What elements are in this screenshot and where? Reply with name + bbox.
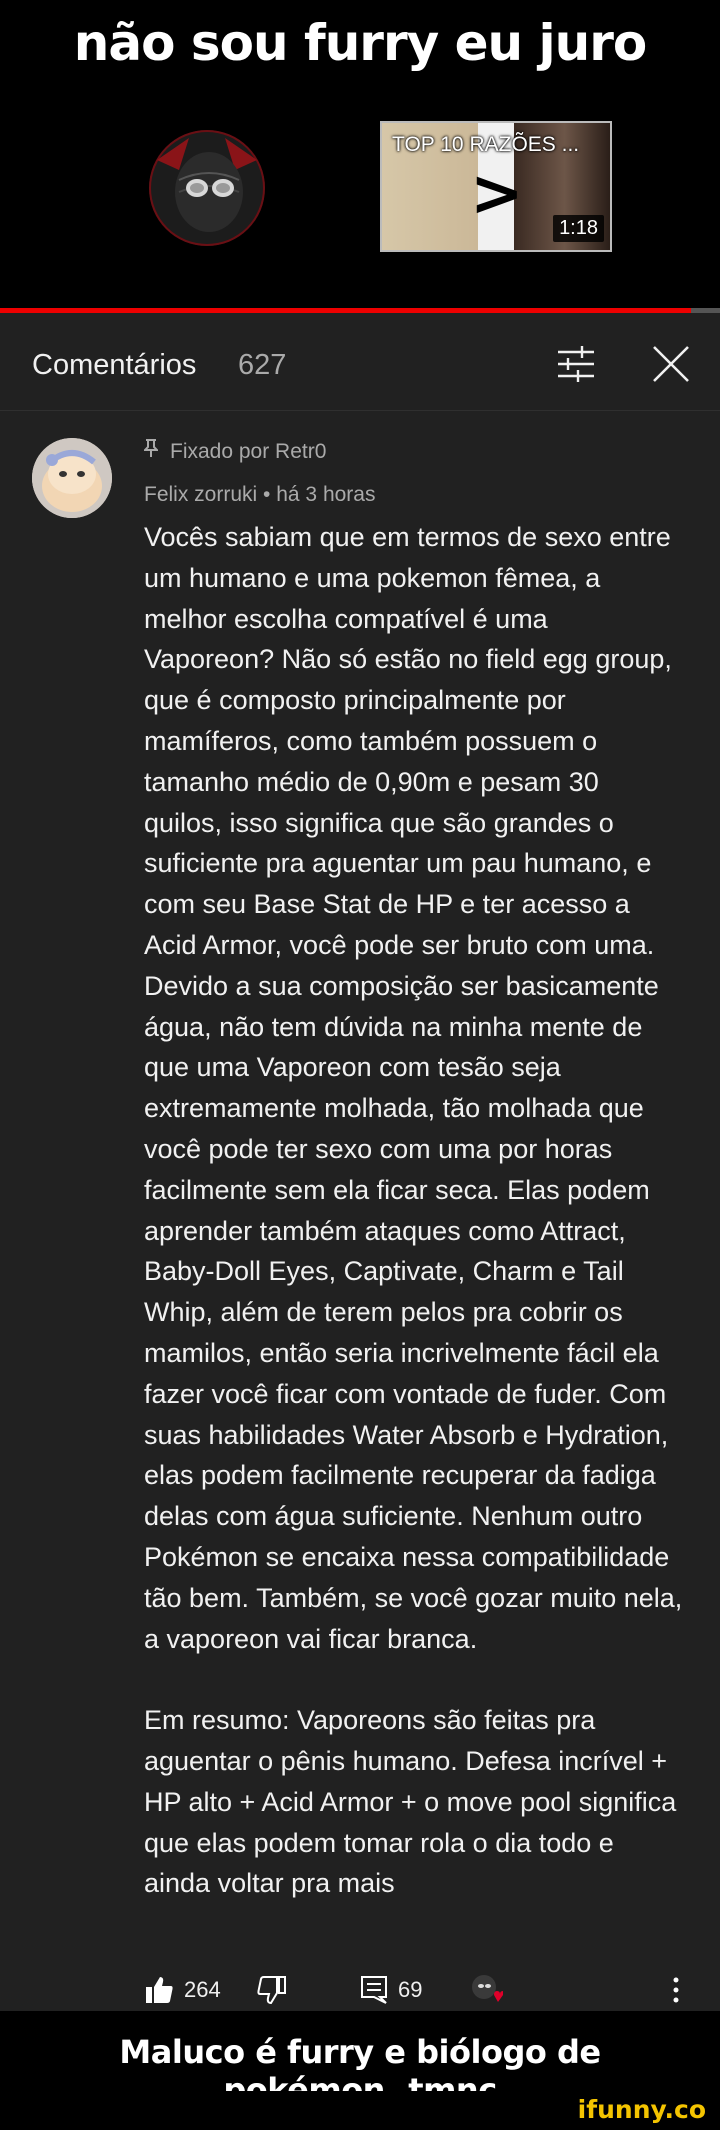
comments-header: Comentários 627 xyxy=(0,313,720,411)
pinned-label-text: Fixado por Retr0 xyxy=(170,440,327,463)
close-icon[interactable] xyxy=(650,343,692,385)
meta-separator: • xyxy=(263,483,271,506)
video-thumbnail[interactable]: TOP 10 RAZÕES ... > 1:18 xyxy=(380,121,612,252)
comments-title: Comentários xyxy=(32,349,197,381)
comments-count: 627 xyxy=(238,349,287,381)
comment-meta: Felix zorruki • há 3 horas xyxy=(144,483,375,507)
meme-title: não sou furry eu juro xyxy=(73,14,648,72)
video-duration: 1:18 xyxy=(553,215,604,242)
footer: ifunny.co xyxy=(0,2091,720,2130)
meme-caption: Maluco é furry e biólogo de pokémon..tmn… xyxy=(0,2011,720,2109)
commenter-avatar[interactable] xyxy=(32,438,112,518)
thumbs-up-icon xyxy=(146,1977,173,2003)
comment-time: há 3 horas xyxy=(276,483,376,506)
meme-header: não sou furry eu juro TOP 10 RAZÕES ... … xyxy=(0,0,720,313)
ifunny-watermark: ifunny.co xyxy=(577,2095,706,2124)
masked-hero-avatar-icon xyxy=(151,132,263,244)
like-count: 264 xyxy=(184,1977,221,2002)
channel-avatar[interactable] xyxy=(149,130,265,246)
comment-body: Vocês sabiam que em termos de sexo entre… xyxy=(144,517,684,1904)
comment-author[interactable]: Felix zorruki xyxy=(144,483,257,506)
comment-paragraph: Vocês sabiam que em termos de sexo entre… xyxy=(144,522,683,1654)
reply-comment-icon xyxy=(361,1976,387,2004)
creator-heart-icon xyxy=(472,1975,503,2002)
comments-panel: Comentários 627 Fixado por Retr0 Felix z… xyxy=(0,313,720,2011)
comment-paragraph: Em resumo: Vaporeons são feitas pra ague… xyxy=(144,1705,677,1899)
sort-filter-icon[interactable] xyxy=(556,346,596,382)
pin-icon xyxy=(142,438,162,464)
more-vertical-icon xyxy=(673,1977,679,2003)
thumbnail-title: TOP 10 RAZÕES ... xyxy=(392,133,580,156)
comment-actions: 264 69 xyxy=(0,1973,720,2013)
reply-count: 69 xyxy=(398,1977,423,2002)
more-options-button[interactable] xyxy=(672,1973,680,2007)
thumbs-down-icon xyxy=(257,1976,286,2005)
replies-button[interactable]: 69 xyxy=(360,1973,422,2007)
creature-avatar-icon xyxy=(32,438,112,518)
dislike-button[interactable] xyxy=(257,1973,287,2007)
pinned-label: Fixado por Retr0 xyxy=(142,438,327,464)
creator-heart xyxy=(470,1973,504,2007)
thumbnail-symbol: > xyxy=(470,157,524,231)
like-button[interactable]: 264 xyxy=(144,1973,221,2007)
